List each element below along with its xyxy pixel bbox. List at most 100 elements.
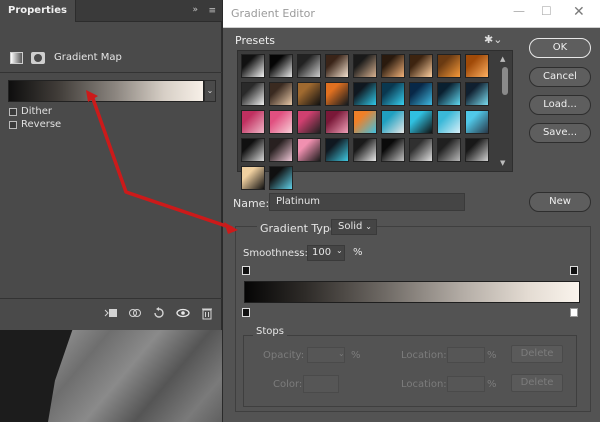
preset-swatch[interactable] bbox=[353, 54, 377, 78]
preset-swatch[interactable] bbox=[437, 138, 461, 162]
preset-swatch[interactable] bbox=[409, 82, 433, 106]
clip-to-layer-icon[interactable] bbox=[103, 306, 119, 320]
preset-swatch[interactable] bbox=[297, 82, 321, 106]
color-label: Color: bbox=[273, 379, 302, 390]
preset-swatch[interactable] bbox=[409, 138, 433, 162]
canvas-image bbox=[48, 330, 222, 422]
adjustment-layer-icon bbox=[10, 52, 23, 64]
dither-checkbox[interactable] bbox=[9, 108, 17, 116]
name-field[interactable]: Platinum bbox=[269, 193, 465, 211]
preset-swatch[interactable] bbox=[465, 82, 489, 106]
save-button[interactable]: Save... bbox=[529, 123, 591, 143]
preset-swatch[interactable] bbox=[353, 110, 377, 134]
reverse-checkbox[interactable] bbox=[9, 121, 17, 129]
gradient-dropdown-icon[interactable]: ⌄ bbox=[204, 80, 216, 102]
preset-swatch[interactable] bbox=[381, 110, 405, 134]
preset-swatch[interactable] bbox=[269, 166, 293, 190]
cancel-button[interactable]: Cancel bbox=[529, 67, 591, 87]
chevron-down-icon[interactable]: ⌄ bbox=[336, 246, 343, 255]
delete-icon[interactable] bbox=[199, 306, 215, 320]
close-icon[interactable]: ✕ bbox=[573, 4, 585, 20]
smoothness-label: Smoothness: bbox=[243, 248, 308, 259]
swatch-grid bbox=[241, 54, 493, 170]
color-location-label: Location: bbox=[401, 379, 447, 390]
preset-swatch[interactable] bbox=[353, 138, 377, 162]
preset-swatch[interactable] bbox=[269, 82, 293, 106]
preset-swatch[interactable] bbox=[297, 138, 321, 162]
preset-swatch[interactable] bbox=[465, 54, 489, 78]
dialog-titlebar[interactable]: Gradient Editor — ☐ ✕ bbox=[223, 0, 600, 28]
preset-swatch[interactable] bbox=[297, 54, 321, 78]
preset-swatch[interactable] bbox=[269, 138, 293, 162]
preset-swatch[interactable] bbox=[241, 110, 265, 134]
load-button[interactable]: Load... bbox=[529, 95, 591, 115]
preset-swatch[interactable] bbox=[241, 54, 265, 78]
tab-properties[interactable]: Properties bbox=[0, 0, 76, 22]
panel-menu-icon[interactable]: ≡ bbox=[208, 6, 216, 16]
color-location-unit: % bbox=[487, 379, 497, 390]
opacity-stop-left[interactable] bbox=[242, 266, 250, 275]
preset-swatch[interactable] bbox=[437, 54, 461, 78]
preset-swatch[interactable] bbox=[241, 82, 265, 106]
opacity-location-unit: % bbox=[487, 350, 497, 361]
maximize-icon[interactable]: ☐ bbox=[541, 4, 552, 18]
opacity-location-field bbox=[447, 347, 485, 363]
preset-swatch[interactable] bbox=[409, 110, 433, 134]
name-label: Name: bbox=[233, 197, 269, 210]
preset-swatch[interactable] bbox=[269, 110, 293, 134]
opacity-stop-right[interactable] bbox=[570, 266, 578, 275]
dither-label: Dither bbox=[21, 106, 52, 117]
minimize-icon[interactable]: — bbox=[513, 4, 525, 18]
document-canvas bbox=[0, 330, 222, 422]
color-delete-button: Delete bbox=[511, 374, 563, 392]
preset-swatch[interactable] bbox=[381, 54, 405, 78]
reverse-label: Reverse bbox=[21, 119, 61, 130]
preset-swatch[interactable] bbox=[437, 82, 461, 106]
visibility-icon[interactable] bbox=[175, 306, 191, 320]
preset-swatch[interactable] bbox=[269, 54, 293, 78]
new-button[interactable]: New bbox=[529, 192, 591, 212]
mask-icon[interactable] bbox=[31, 52, 45, 64]
view-previous-state-icon[interactable] bbox=[127, 306, 143, 320]
gradient-type-value: Solid bbox=[338, 221, 362, 232]
preset-swatch[interactable] bbox=[465, 138, 489, 162]
color-swatch-field bbox=[303, 375, 339, 393]
preset-swatch[interactable] bbox=[381, 138, 405, 162]
preset-swatch[interactable] bbox=[353, 82, 377, 106]
preset-swatch[interactable] bbox=[325, 82, 349, 106]
opacity-label: Opacity: bbox=[263, 350, 304, 361]
preset-swatch[interactable] bbox=[437, 110, 461, 134]
color-stop-right[interactable] bbox=[570, 308, 578, 317]
adjustment-name: Gradient Map bbox=[54, 52, 122, 63]
collapse-panel-icon[interactable]: » bbox=[192, 5, 198, 15]
preset-swatch[interactable] bbox=[325, 110, 349, 134]
preset-swatch[interactable] bbox=[381, 82, 405, 106]
preset-swatch[interactable] bbox=[465, 110, 489, 134]
preset-swatch[interactable] bbox=[409, 54, 433, 78]
color-stop-left[interactable] bbox=[242, 308, 250, 317]
presets-scrollbar[interactable]: ▲ ▼ bbox=[500, 55, 510, 169]
gradient-type-select[interactable]: Solid ⌄ bbox=[331, 219, 377, 235]
gradient-preview[interactable] bbox=[8, 80, 204, 102]
reset-icon[interactable] bbox=[151, 306, 167, 320]
properties-header: Properties » ≡ bbox=[0, 0, 222, 22]
preset-swatch[interactable] bbox=[241, 166, 265, 190]
scroll-up-icon[interactable]: ▲ bbox=[500, 55, 505, 63]
smoothness-unit: % bbox=[353, 247, 363, 258]
gear-icon[interactable]: ✱⌄ bbox=[484, 33, 502, 46]
preset-swatch[interactable] bbox=[325, 54, 349, 78]
stops-label: Stops bbox=[253, 326, 287, 337]
preset-swatch[interactable] bbox=[325, 138, 349, 162]
properties-panel: Properties » ≡ Gradient Map ⌄ Dither Rev… bbox=[0, 0, 222, 330]
presets-label: Presets bbox=[235, 34, 275, 47]
presets-list: ▲ ▼ bbox=[237, 50, 513, 172]
preset-swatch[interactable] bbox=[297, 110, 321, 134]
ok-button[interactable]: OK bbox=[529, 38, 591, 58]
scroll-thumb[interactable] bbox=[502, 67, 508, 95]
scroll-down-icon[interactable]: ▼ bbox=[500, 159, 505, 167]
gradient-bar[interactable] bbox=[244, 281, 580, 303]
opacity-delete-button: Delete bbox=[511, 345, 563, 363]
preset-swatch[interactable] bbox=[241, 138, 265, 162]
panel-divider bbox=[0, 72, 222, 73]
chevron-down-icon: ⌄ bbox=[338, 349, 345, 358]
